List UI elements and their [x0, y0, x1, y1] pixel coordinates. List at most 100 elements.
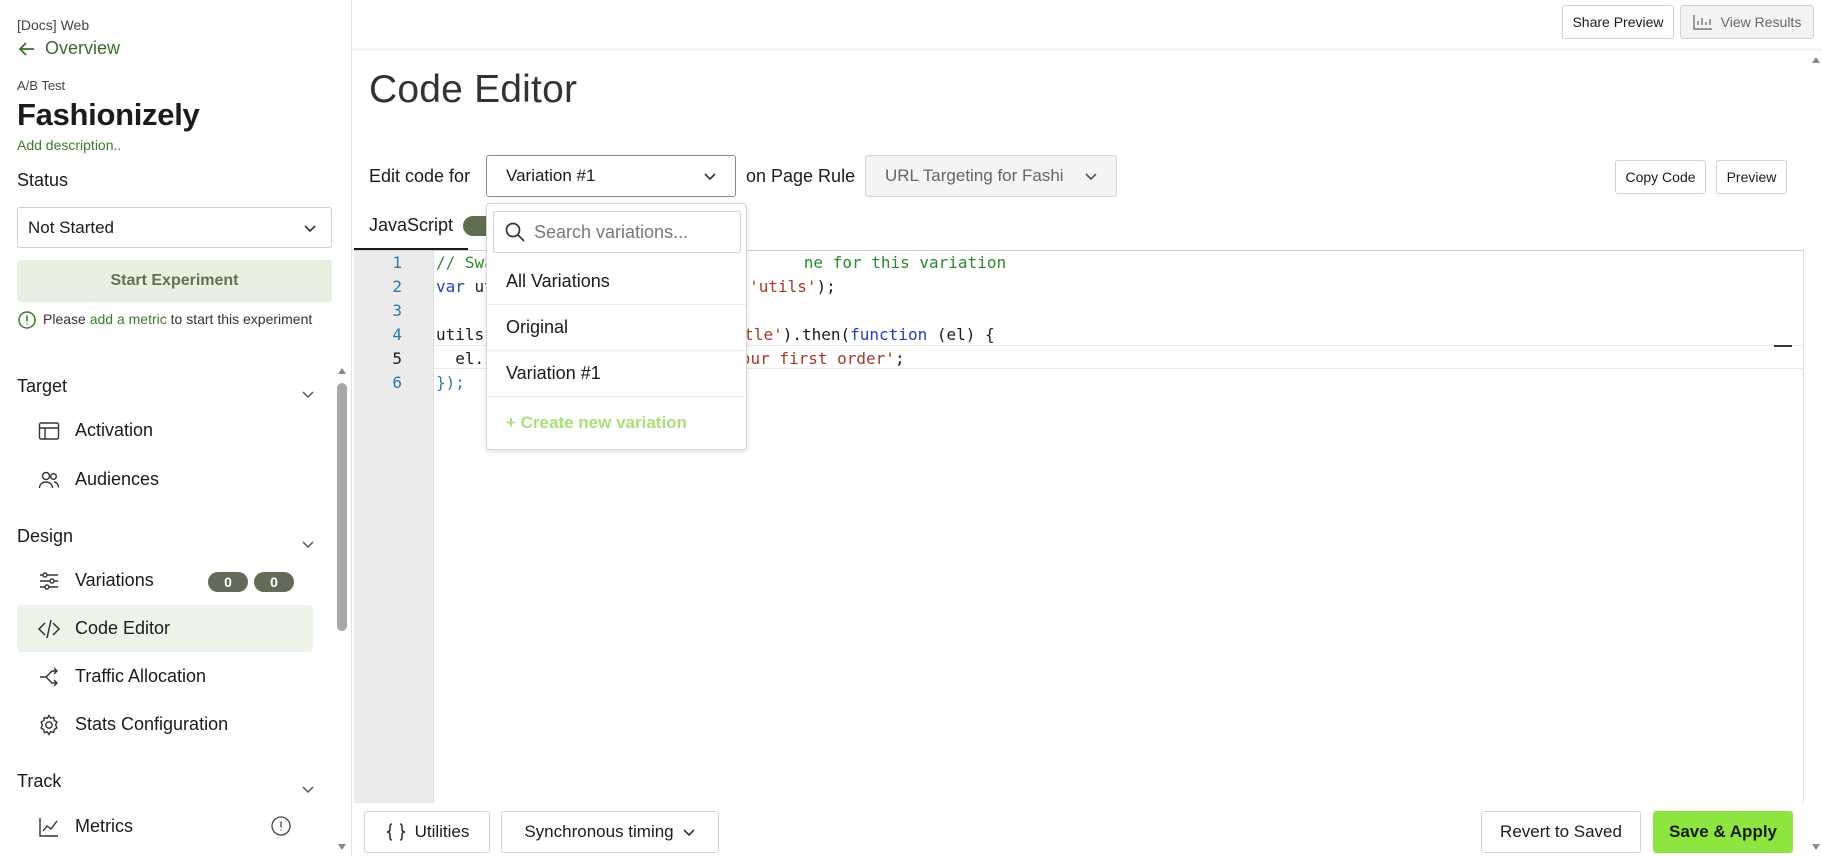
- chevron-down-icon[interactable]: [300, 536, 316, 552]
- create-new-variation-link[interactable]: + Create new variation: [487, 400, 746, 446]
- variation-search-input[interactable]: [534, 221, 724, 243]
- code-token: el.: [436, 349, 485, 368]
- editor-cursor: [1774, 345, 1792, 347]
- chevron-down-icon[interactable]: [300, 386, 316, 402]
- layout-icon: [38, 421, 60, 440]
- line-number: 2: [392, 277, 402, 296]
- code-line: });: [436, 373, 465, 392]
- line-number-gutter: 1 2 3 4 5 6: [354, 251, 434, 803]
- metric-warning-text: Please add a metric to start this experi…: [43, 308, 312, 330]
- editor-scrollbar[interactable]: [1809, 52, 1822, 856]
- experiment-name: Fashionizely: [17, 97, 200, 132]
- copy-code-button[interactable]: Copy Code: [1615, 160, 1706, 194]
- variation-select-value: Variation #1: [506, 166, 596, 185]
- note-suffix: to start this experiment: [170, 311, 313, 327]
- scroll-down-icon[interactable]: [337, 842, 347, 852]
- edit-code-for-label: Edit code for: [369, 166, 471, 186]
- variation-dropdown: All Variations Original Variation #1 + C…: [486, 203, 747, 450]
- sidebar-scrollbar-thumb[interactable]: [337, 383, 347, 631]
- split-arrows-icon: [40, 667, 58, 686]
- line-number: 4: [392, 325, 402, 344]
- sidebar-item-activation[interactable]: Activation: [17, 407, 313, 454]
- share-preview-button[interactable]: Share Preview: [1562, 5, 1674, 39]
- top-toolbar: Share Preview View Results: [353, 0, 1822, 50]
- code-token: (el) {: [927, 325, 995, 344]
- scroll-up-icon[interactable]: [337, 366, 347, 376]
- status-select[interactable]: Not Started: [17, 207, 332, 248]
- section-track[interactable]: Track: [17, 771, 317, 792]
- users-icon: [38, 471, 60, 488]
- sidebar-item-traffic-allocation[interactable]: Traffic Allocation: [17, 653, 313, 700]
- code-token: tle': [744, 325, 783, 344]
- code-token: ;: [894, 349, 905, 368]
- revert-to-saved-button[interactable]: Revert to Saved: [1481, 811, 1641, 853]
- sidebar-item-stats-configuration[interactable]: Stats Configuration: [17, 701, 313, 748]
- page-rule-value: URL Targeting for Fashi: [885, 166, 1064, 185]
- braces-icon: [386, 823, 405, 841]
- utilities-button[interactable]: Utilities: [364, 811, 490, 853]
- dropdown-option-variation-1[interactable]: Variation #1: [487, 351, 746, 397]
- variation-search[interactable]: [493, 211, 741, 253]
- gear-icon: [40, 713, 58, 736]
- sidebar-item-label: Code Editor: [75, 618, 171, 638]
- variations-badges: 0 0: [208, 572, 294, 592]
- code-token: );: [816, 277, 836, 296]
- back-label: Overview: [45, 38, 121, 58]
- chevron-down-icon: [683, 829, 695, 837]
- editor-bottom-bar: Utilities Synchronous timing Revert to S…: [353, 803, 1808, 856]
- scroll-up-icon[interactable]: [1811, 55, 1821, 65]
- info-icon[interactable]: [270, 815, 292, 837]
- tab-javascript-label: JavaScript: [369, 215, 454, 235]
- sidebar-item-label: Variations: [75, 570, 154, 590]
- variation-select[interactable]: Variation #1: [486, 155, 736, 197]
- page-rule-select[interactable]: URL Targeting for Fashi: [865, 155, 1117, 197]
- chevron-down-icon: [704, 173, 716, 181]
- section-design[interactable]: Design: [17, 526, 317, 547]
- section-target[interactable]: Target: [17, 376, 317, 397]
- chevron-down-icon: [1085, 173, 1097, 181]
- chevron-down-icon[interactable]: [300, 781, 316, 797]
- search-icon: [505, 222, 525, 242]
- line-number: 1: [392, 253, 402, 272]
- sidebar-item-label: Stats Configuration: [75, 714, 229, 734]
- code-token: 'utils': [749, 277, 817, 296]
- sidebar-item-metrics[interactable]: Metrics: [17, 803, 313, 850]
- scroll-down-icon[interactable]: [1811, 842, 1821, 852]
- arrow-left-icon: [18, 41, 34, 56]
- back-to-overview-link[interactable]: Overview: [17, 38, 120, 59]
- metric-warning: Please add a metric to start this experi…: [17, 308, 317, 330]
- start-experiment-button[interactable]: Start Experiment: [17, 260, 332, 302]
- timing-select[interactable]: Synchronous timing: [501, 811, 719, 853]
- view-results-button[interactable]: View Results: [1680, 5, 1814, 39]
- main-panel: Share Preview View Results Code Editor E…: [353, 0, 1822, 856]
- code-token: your first order': [731, 349, 895, 368]
- alert-circle-icon: [18, 311, 36, 329]
- sidebar-item-label: Audiences: [75, 469, 160, 489]
- code-token: utils: [436, 325, 485, 344]
- add-description-link[interactable]: Add description..: [17, 137, 121, 153]
- variations-badge: 0: [208, 572, 248, 592]
- sidebar-item-label: Activation: [75, 420, 154, 440]
- line-number: 5: [392, 349, 402, 368]
- line-number: 3: [392, 301, 402, 320]
- preview-button[interactable]: Preview: [1716, 160, 1787, 194]
- timing-value: Synchronous timing: [524, 822, 674, 841]
- code-token: ).then(: [782, 325, 851, 344]
- dropdown-option-original[interactable]: Original: [487, 305, 746, 351]
- status-label: Status: [17, 170, 69, 190]
- utilities-label: Utilities: [414, 822, 470, 841]
- bar-chart-icon: [1692, 15, 1712, 30]
- status-value: Not Started: [28, 217, 114, 237]
- on-page-rule-label: on Page Rule: [746, 166, 856, 186]
- sidebar-item-code-editor[interactable]: Code Editor: [17, 605, 313, 652]
- experiment-type: A/B Test: [17, 78, 66, 93]
- dropdown-option-all-variations[interactable]: All Variations: [487, 259, 746, 305]
- chevron-down-icon: [304, 224, 316, 232]
- sidebar-item-label: Metrics: [75, 816, 133, 836]
- line-chart-icon: [39, 817, 58, 837]
- note-prefix: Please: [43, 311, 86, 327]
- view-results-label: View Results: [1720, 14, 1802, 30]
- add-metric-link[interactable]: add a metric: [90, 311, 167, 327]
- save-apply-button[interactable]: Save & Apply: [1653, 811, 1793, 853]
- sidebar-item-audiences[interactable]: Audiences: [17, 456, 313, 503]
